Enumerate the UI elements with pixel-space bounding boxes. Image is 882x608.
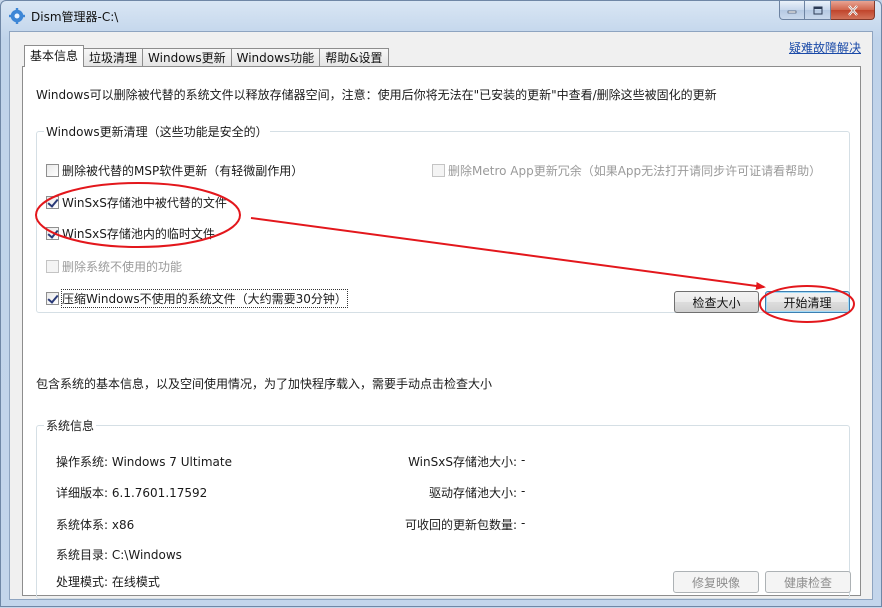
checkbox-label: 删除系统不使用的功能 — [62, 260, 183, 274]
maximize-button[interactable] — [805, 1, 831, 20]
tab-windows-features[interactable]: Windows功能 — [230, 48, 321, 67]
checkbox-label: WinSxS存储池内的临时文件 — [62, 227, 215, 241]
reclaimable-label: 可收回的更新包数量: — [404, 518, 517, 532]
checkbox-box — [46, 164, 59, 177]
close-button[interactable] — [831, 1, 875, 20]
metro-app-checkbox[interactable]: 删除Metro App更新冗余（如果App无法打开请同步许可证请看帮助） — [432, 162, 821, 179]
tab-basic-info[interactable]: 基本信息 — [24, 45, 85, 67]
minimize-button[interactable] — [779, 1, 805, 20]
update-cleanup-group: Windows更新清理（这些功能是安全的） 删除被代替的MSP软件更新（有轻微副… — [36, 123, 850, 313]
intro-text: Windows可以删除被代替的系统文件以释放存储器空间，注意：使用后你将无法在"… — [36, 88, 717, 102]
winsxs-size-label: WinSxS存储池大小: — [408, 455, 517, 469]
version-row: 详细版本: 6.1.7601.17592 — [56, 484, 207, 501]
checkbox-label: 压缩Windows不使用的系统文件（大约需要30分钟） — [61, 289, 348, 308]
basic-info-page: Windows可以删除被代替的系统文件以释放存储器空间，注意：使用后你将无法在"… — [22, 66, 861, 599]
checkbox-box — [432, 164, 445, 177]
arch-label: 系统体系: — [56, 518, 109, 532]
winsxs-size-value: - — [521, 453, 526, 467]
update-cleanup-title: Windows更新清理（这些功能是安全的） — [44, 123, 270, 140]
caption-buttons — [779, 1, 875, 21]
tab-junk-cleanup[interactable]: 垃圾清理 — [83, 48, 144, 67]
version-label: 详细版本: — [56, 486, 109, 500]
os-row: 操作系统: Windows 7 Ultimate — [56, 453, 232, 470]
system-note: 包含系统的基本信息，以及空间使用情况，为了加快程序载入，需要手动点击检查大小 — [36, 377, 493, 391]
mode-label: 处理模式: — [56, 575, 109, 589]
maximize-icon — [813, 6, 822, 14]
compress-system-files-checkbox[interactable]: 压缩Windows不使用的系统文件（大约需要30分钟） — [46, 289, 348, 308]
system-dir-label: 系统目录: — [56, 548, 109, 562]
troubleshooting-link[interactable]: 疑难故障解决 — [789, 39, 861, 56]
system-dir-value: C:\Windows — [111, 548, 182, 562]
version-value: 6.1.7601.17592 — [111, 486, 208, 500]
tab-strip: 基本信息 垃圾清理 Windows更新 Windows功能 帮助&设置 — [24, 45, 389, 67]
health-check-button[interactable]: 健康检查 — [765, 571, 851, 593]
os-label: 操作系统: — [56, 455, 109, 469]
checkbox-box — [46, 260, 59, 273]
start-cleanup-button[interactable]: 开始清理 — [765, 291, 850, 313]
checkbox-box — [46, 196, 59, 209]
system-info-group: 系统信息 操作系统: Windows 7 Ultimate 详细版本: 6.1.… — [36, 417, 851, 599]
mode-row: 处理模式: 在线模式 — [56, 573, 160, 590]
gear-icon — [9, 8, 25, 24]
os-value: Windows 7 Ultimate — [111, 455, 232, 469]
arch-row: 系统体系: x86 — [56, 516, 134, 533]
checkbox-label: WinSxS存储池中被代替的文件 — [62, 196, 227, 210]
unused-features-checkbox[interactable]: 删除系统不使用的功能 — [46, 258, 182, 275]
tab-windows-update[interactable]: Windows更新 — [142, 48, 232, 67]
winsxs-superseded-checkbox[interactable]: WinSxS存储池中被代替的文件 — [46, 194, 227, 211]
minimize-icon — [787, 10, 797, 14]
arch-value: x86 — [111, 518, 135, 532]
checkbox-box — [46, 292, 59, 305]
app-window: Dism管理器-C:\ 基本信息 垃圾清理 Windows更新 Windows功… — [0, 0, 882, 607]
window-title: Dism管理器-C:\ — [31, 10, 119, 24]
msp-update-checkbox[interactable]: 删除被代替的MSP软件更新（有轻微副作用） — [46, 162, 303, 179]
system-info-title: 系统信息 — [44, 417, 97, 434]
check-size-button[interactable]: 检查大小 — [674, 291, 759, 313]
close-icon — [847, 4, 858, 16]
driver-store-label: 驱动存储池大小: — [428, 486, 517, 500]
system-dir-row: 系统目录: C:\Windows — [56, 546, 182, 563]
checkbox-box — [46, 227, 59, 240]
tab-help-settings[interactable]: 帮助&设置 — [319, 48, 389, 67]
title-bar[interactable]: Dism管理器-C:\ — [1, 1, 881, 31]
repair-image-button[interactable]: 修复映像 — [673, 571, 759, 593]
driver-store-value: - — [521, 484, 526, 498]
checkbox-label: 删除Metro App更新冗余（如果App无法打开请同步许可证请看帮助） — [448, 164, 822, 178]
mode-value: 在线模式 — [111, 575, 160, 589]
checkbox-label: 删除被代替的MSP软件更新（有轻微副作用） — [62, 164, 304, 178]
reclaimable-value: - — [521, 516, 526, 530]
client-area: 基本信息 垃圾清理 Windows更新 Windows功能 帮助&设置 疑难故障… — [9, 31, 873, 600]
winsxs-temp-checkbox[interactable]: WinSxS存储池内的临时文件 — [46, 225, 215, 242]
